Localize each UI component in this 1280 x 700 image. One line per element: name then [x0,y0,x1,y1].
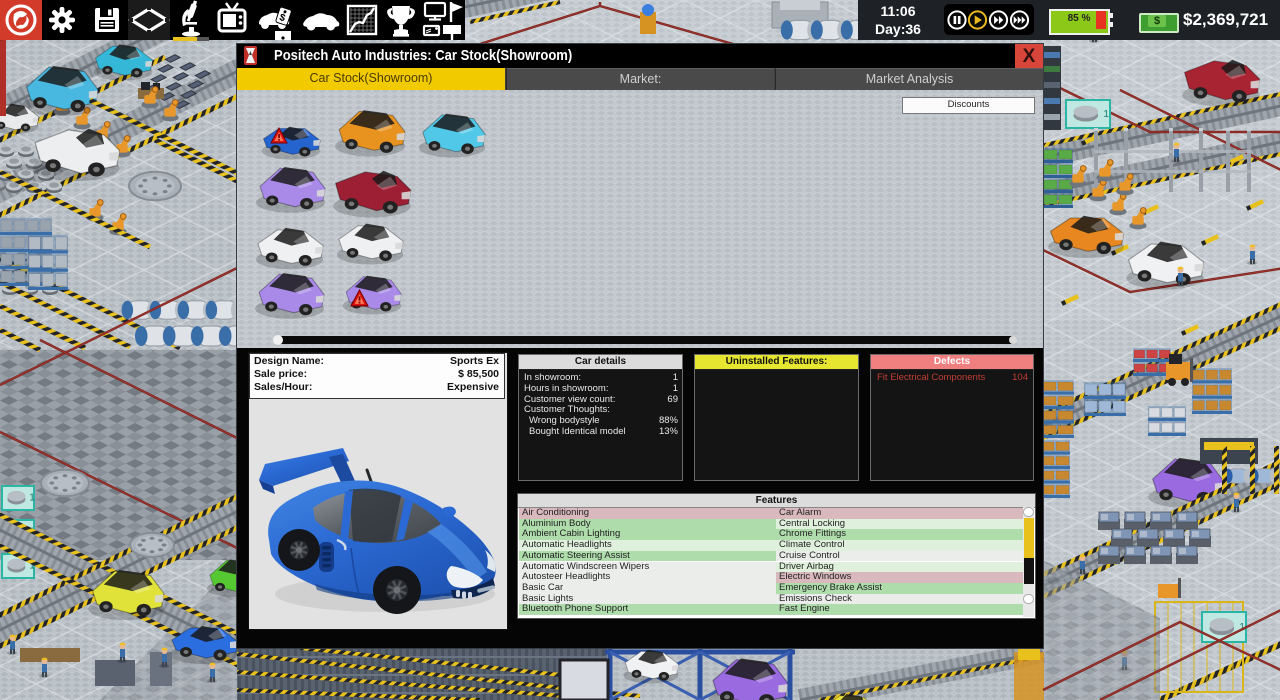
svg-text:1: 1 [29,492,35,503]
svg-text:1: 1 [1103,109,1109,120]
